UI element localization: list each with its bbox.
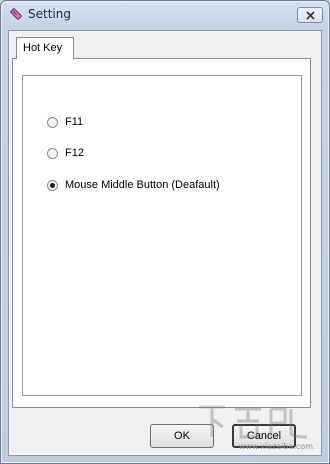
eraser-icon [10, 8, 22, 20]
watermark-text: www.xiazaiba.com [238, 442, 313, 451]
tab-panel: F11 F12 Mouse Middle Button (Deafault) [12, 58, 311, 408]
title-bar[interactable]: Setting [1, 1, 329, 29]
option-label: F11 [65, 116, 84, 128]
hotkey-group: F11 F12 Mouse Middle Button (Deafault) [22, 75, 302, 396]
dialog-client-area: Hot Key F11 F12 Mouse Middle Button (Dea… [8, 30, 322, 456]
option-label: F12 [65, 147, 84, 159]
option-label: Mouse Middle Button (Deafault) [65, 179, 220, 191]
radio-f12[interactable] [47, 147, 58, 159]
close-button[interactable] [297, 7, 323, 23]
window-title: Setting [28, 7, 71, 21]
tab-hot-key[interactable]: Hot Key [16, 37, 74, 59]
option-f11[interactable]: F11 [47, 114, 83, 130]
close-icon [305, 10, 315, 20]
radio-mouse-middle[interactable] [47, 179, 58, 191]
option-f12[interactable]: F12 [47, 145, 84, 161]
option-mouse-middle[interactable]: Mouse Middle Button (Deafault) [47, 177, 220, 193]
watermark-logo [199, 405, 308, 439]
tab-label: Hot Key [23, 42, 63, 54]
settings-window: Setting Hot Key F11 F12 Mouse Middle But… [0, 0, 330, 464]
radio-f11[interactable] [47, 116, 58, 128]
